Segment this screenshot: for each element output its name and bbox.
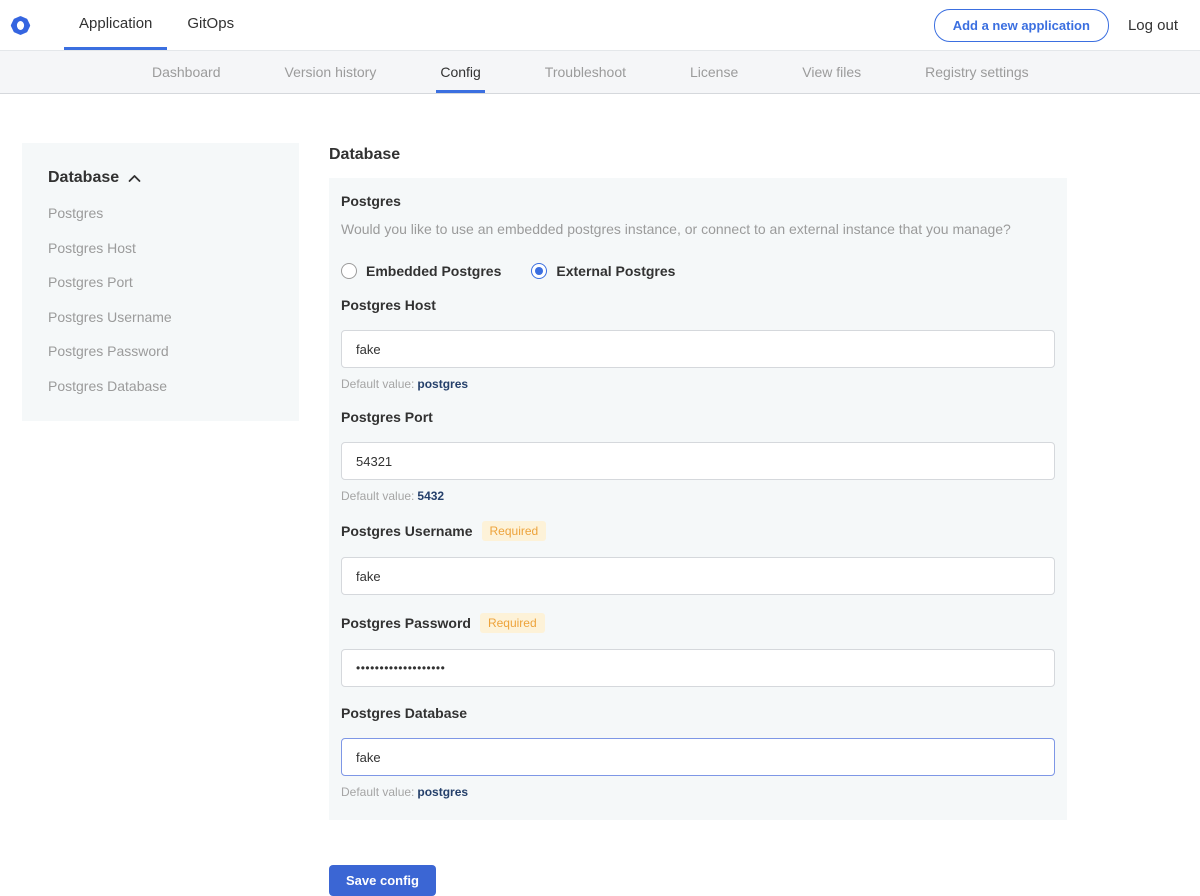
- radio-external-postgres-circle[interactable]: [531, 263, 547, 279]
- postgres-password-required-badge: Required: [480, 613, 545, 633]
- radio-external-postgres[interactable]: External Postgres: [531, 263, 675, 279]
- page-title: Database: [329, 145, 1067, 164]
- tab-gitops[interactable]: GitOps: [172, 0, 249, 50]
- postgres-group-label: Postgres: [341, 193, 1055, 210]
- app-logo[interactable]: [10, 0, 31, 50]
- tab-gitops-label: GitOps: [187, 15, 234, 32]
- add-new-application-button[interactable]: Add a new application: [934, 9, 1109, 42]
- postgres-host-default-prefix: Default value:: [341, 377, 414, 391]
- radio-embedded-postgres[interactable]: Embedded Postgres: [341, 263, 501, 279]
- postgres-host-default-value: postgres: [417, 377, 468, 391]
- postgres-password-label-row: Postgres Password Required: [341, 613, 1055, 633]
- sidebar-group-database[interactable]: Database: [48, 169, 289, 187]
- postgres-host-label: Postgres Host: [341, 297, 436, 314]
- postgres-username-required-badge: Required: [482, 521, 547, 541]
- sidebar-item-postgres-password[interactable]: Postgres Password: [48, 334, 289, 369]
- subnav-dashboard[interactable]: Dashboard: [148, 51, 225, 93]
- config-sidebar: Database Postgres Postgres Host Postgres…: [22, 143, 299, 421]
- app-subnav: Dashboard Version history Config Trouble…: [0, 50, 1200, 94]
- postgres-database-default-prefix: Default value:: [341, 785, 414, 799]
- save-config-button[interactable]: Save config: [329, 865, 436, 896]
- tab-application[interactable]: Application: [64, 0, 167, 50]
- postgres-help-text: Would you like to use an embedded postgr…: [341, 219, 1055, 239]
- postgres-database-default: Default value:postgres: [341, 785, 1055, 799]
- sidebar-item-postgres-host[interactable]: Postgres Host: [48, 231, 289, 266]
- tab-application-label: Application: [79, 15, 152, 32]
- postgres-database-label: Postgres Database: [341, 705, 467, 722]
- postgres-password-input[interactable]: [341, 649, 1055, 687]
- sidebar-item-postgres-username[interactable]: Postgres Username: [48, 300, 289, 335]
- postgres-host-input[interactable]: [341, 330, 1055, 368]
- postgres-port-default: Default value:5432: [341, 489, 1055, 503]
- radio-embedded-postgres-circle[interactable]: [341, 263, 357, 279]
- sidebar-item-postgres-port[interactable]: Postgres Port: [48, 265, 289, 300]
- postgres-port-label: Postgres Port: [341, 409, 433, 426]
- radio-embedded-postgres-label: Embedded Postgres: [366, 263, 501, 279]
- postgres-port-label-row: Postgres Port: [341, 409, 1055, 426]
- subnav-license[interactable]: License: [686, 51, 742, 93]
- subnav-config[interactable]: Config: [436, 51, 484, 93]
- top-header: Application GitOps Add a new application…: [0, 0, 1200, 50]
- database-config-panel: Postgres Would you like to use an embedd…: [329, 178, 1067, 820]
- chevron-up-icon: [128, 174, 141, 183]
- postgres-mode-radio-group: Embedded Postgres External Postgres: [341, 263, 1055, 279]
- sidebar-group-database-label: Database: [48, 169, 119, 187]
- sidebar-item-postgres-database[interactable]: Postgres Database: [48, 369, 289, 404]
- postgres-host-label-row: Postgres Host: [341, 297, 1055, 314]
- config-page: Database Postgres Postgres Host Postgres…: [0, 143, 1200, 896]
- subnav-registry-settings[interactable]: Registry settings: [921, 51, 1032, 93]
- subnav-troubleshoot[interactable]: Troubleshoot: [541, 51, 630, 93]
- postgres-username-input[interactable]: [341, 557, 1055, 595]
- postgres-database-input[interactable]: [341, 738, 1055, 776]
- radio-external-postgres-label: External Postgres: [556, 263, 675, 279]
- postgres-username-label: Postgres Username: [341, 523, 473, 540]
- config-main: Database Postgres Would you like to use …: [329, 143, 1067, 896]
- postgres-password-label: Postgres Password: [341, 615, 471, 632]
- logo-icon: [10, 15, 31, 36]
- postgres-host-default: Default value:postgres: [341, 377, 1055, 391]
- postgres-port-default-value: 5432: [417, 489, 444, 503]
- postgres-port-input[interactable]: [341, 442, 1055, 480]
- postgres-port-default-prefix: Default value:: [341, 489, 414, 503]
- subnav-version-history[interactable]: Version history: [281, 51, 381, 93]
- postgres-username-label-row: Postgres Username Required: [341, 521, 1055, 541]
- subnav-view-files[interactable]: View files: [798, 51, 865, 93]
- postgres-database-label-row: Postgres Database: [341, 705, 1055, 722]
- sidebar-item-postgres[interactable]: Postgres: [48, 196, 289, 231]
- topbar-right: Add a new application Log out: [934, 0, 1200, 50]
- logout-link[interactable]: Log out: [1128, 17, 1178, 34]
- postgres-database-default-value: postgres: [417, 785, 468, 799]
